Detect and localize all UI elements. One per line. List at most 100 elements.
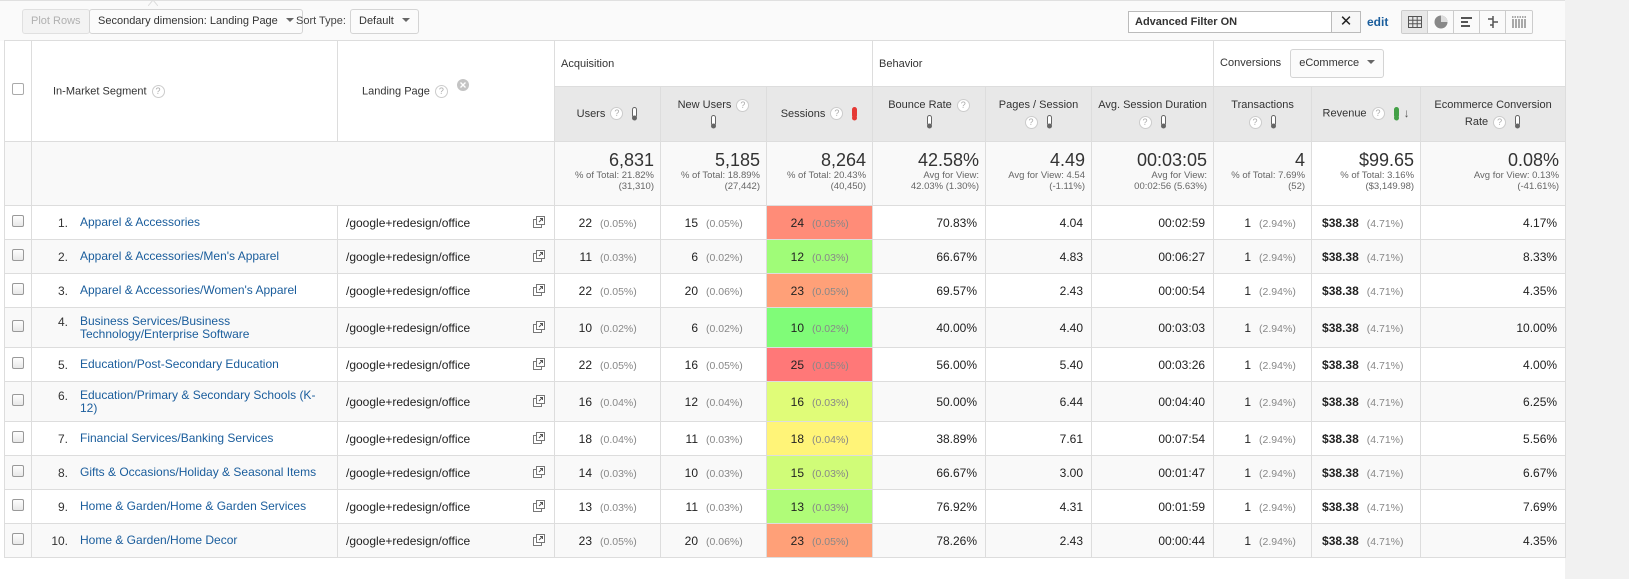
sessions-percent: (0.02%) [812,322,849,335]
sessions-percent: (0.03%) [812,396,849,409]
plot-rows-button[interactable]: Plot Rows [22,9,90,34]
landing-page-value[interactable]: /google+redesign/office [346,395,470,409]
open-external-link-icon[interactable] [533,431,546,445]
dimension-header-segment[interactable]: In-Market Segment? [31,40,338,142]
landing-page-value[interactable]: /google+redesign/office [346,216,470,230]
metric-header-sessions[interactable]: Sessions? [765,86,874,142]
metric-header-bounce-rate[interactable]: Bounce Rate? [872,86,987,142]
open-external-link-icon[interactable] [533,533,546,547]
metric-header-avg-session-duration[interactable]: Avg. Session Duration? [1091,86,1215,142]
comparison-view-button[interactable] [1480,11,1506,33]
segment-link[interactable]: Home & Garden/Home & Garden Services [80,499,306,513]
open-external-link-icon[interactable] [533,357,546,371]
new-users-value: 11 [685,499,698,514]
conversion-rate-cell: 6.67% [1420,455,1567,490]
landing-page-value[interactable]: /google+redesign/office [346,321,470,335]
summary-detail: (27,442) [724,181,760,192]
select-all-checkbox[interactable] [12,83,24,95]
row-checkbox[interactable] [12,320,24,332]
row-checkbox[interactable] [12,283,24,295]
segment-link[interactable]: Apparel & Accessories/Men's Apparel [80,249,279,263]
landing-page-cell: /google+redesign/office [337,421,555,456]
help-icon[interactable]: ? [1024,115,1038,129]
open-external-link-icon[interactable] [533,283,546,297]
row-checkbox[interactable] [12,215,24,227]
metric-header-revenue[interactable]: Revenue? ↓ [1311,86,1422,142]
segment-link[interactable]: Gifts & Occasions/Holiday & Seasonal Ite… [80,465,316,479]
edit-filter-link[interactable]: edit [1367,15,1388,29]
heatmap-thermometer-icon[interactable] [631,106,638,121]
help-icon[interactable]: ? [1138,115,1152,129]
sort-descending-icon[interactable]: ↓ [1404,105,1410,122]
clear-filter-button[interactable]: ✕ [1331,11,1361,33]
landing-page-value[interactable]: /google+redesign/office [346,284,470,298]
revenue-value: $38.38 [1322,215,1359,230]
sort-type-dropdown[interactable]: Default [350,9,419,34]
row-checkbox[interactable] [12,394,24,406]
advanced-filter-field[interactable]: Advanced Filter ON [1128,11,1360,33]
help-icon[interactable]: ? [736,98,750,112]
conversions-type-dropdown[interactable]: eCommerce [1290,49,1385,78]
row-checkbox[interactable] [12,533,24,545]
open-external-link-icon[interactable] [533,249,546,263]
table-row: 1. Apparel & Accessories/google+redesign/… [4,205,1567,240]
help-icon[interactable]: ? [956,98,970,112]
open-external-link-icon[interactable] [533,465,546,479]
open-external-link-icon[interactable] [533,394,546,408]
help-icon[interactable]: ? [1493,115,1507,129]
help-icon[interactable]: ? [830,107,844,121]
segment-link[interactable]: Apparel & Accessories [80,215,200,229]
row-checkbox[interactable] [12,465,24,477]
landing-page-value[interactable]: /google+redesign/office [346,432,470,446]
heatmap-thermometer-icon[interactable] [1160,115,1167,129]
segment-link[interactable]: Apparel & Accessories/Women's Apparel [80,283,297,297]
help-icon[interactable]: ? [610,107,624,121]
segment-link[interactable]: Home & Garden/Home Decor [80,533,237,547]
landing-page-value[interactable]: /google+redesign/office [346,358,470,372]
table-row: 3. Apparel & Accessories/Women's Apparel /… [4,273,1567,308]
summary-new-users: 5,185% of Total: 18.89% (27,442) [660,141,767,206]
performance-view-button[interactable] [1454,11,1480,33]
help-icon[interactable]: ? [434,84,448,98]
landing-page-value[interactable]: /google+redesign/office [346,466,470,480]
heatmap-thermometer-icon[interactable] [1270,115,1277,129]
heatmap-thermometer-icon[interactable] [1514,115,1521,129]
landing-page-value[interactable]: /google+redesign/office [346,534,470,548]
segment-link[interactable]: Education/Primary & Secondary Schools (K… [80,388,330,415]
row-checkbox[interactable] [12,499,24,511]
metric-header-new-users[interactable]: New Users? [660,86,767,142]
comparison-icon [1487,16,1498,28]
heatmap-thermometer-icon[interactable] [710,115,717,129]
users-cell: 13 (0.03%) [554,489,661,524]
segment-link[interactable]: Education/Post-Secondary Education [80,357,279,371]
heatmap-thermometer-sorted-icon[interactable] [1393,106,1400,121]
help-icon[interactable]: ? [1371,107,1385,121]
heatmap-thermometer-active-icon[interactable] [851,106,858,121]
heatmap-thermometer-icon[interactable] [1046,115,1053,129]
summary-value: 5,185 [714,150,760,170]
heatmap-thermometer-icon[interactable] [926,115,933,129]
metric-header-ecommerce-conversion-rate[interactable]: Ecommerce Conversion Rate? [1420,86,1567,142]
row-checkbox[interactable] [12,431,24,443]
revenue-value: $38.38 [1322,320,1359,335]
segment-link[interactable]: Financial Services/Banking Services [80,431,273,445]
landing-page-value[interactable]: /google+redesign/office [346,500,470,514]
landing-page-value[interactable]: /google+redesign/office [346,250,470,264]
help-icon[interactable]: ? [151,84,165,98]
row-checkbox[interactable] [12,357,24,369]
term-cloud-view-button[interactable] [1506,11,1532,33]
help-icon[interactable]: ? [1248,115,1262,129]
segment-link[interactable]: Business Services/Business Technology/En… [80,314,330,341]
open-external-link-icon[interactable] [533,499,546,513]
open-external-link-icon[interactable] [533,320,546,334]
remove-dimension-icon[interactable] [456,78,469,91]
metric-header-pages-session[interactable]: Pages / Session? [985,86,1093,142]
secondary-dimension-dropdown[interactable]: Secondary dimension: Landing Page [89,9,303,34]
row-checkbox[interactable] [12,249,24,261]
open-external-link-icon[interactable] [533,215,546,229]
dimension-header-landing-page[interactable]: Landing Page? [337,40,555,142]
metric-header-transactions[interactable]: Transactions? [1213,86,1313,142]
pie-chart-view-button[interactable] [1428,11,1454,33]
data-table-view-button[interactable] [1402,11,1428,33]
metric-header-users[interactable]: Users? [554,86,661,142]
